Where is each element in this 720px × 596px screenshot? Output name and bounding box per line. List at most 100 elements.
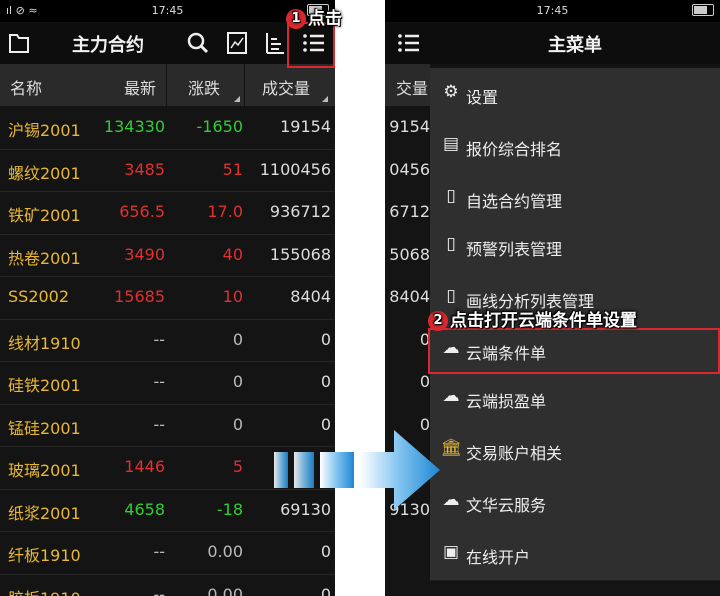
peek-volume: 0456	[385, 159, 430, 179]
menu-item-label: 文华云服务	[466, 496, 547, 515]
latest-price: --	[153, 414, 165, 434]
price-change: 0.00	[207, 542, 243, 561]
volume: 1100456	[259, 159, 331, 179]
menu-item[interactable]: ⚙ 设置	[430, 68, 720, 121]
highlight-cloud-order	[428, 328, 720, 374]
column-header: 名称 最新 涨跌 成交量	[0, 64, 335, 106]
price-change: 0	[232, 372, 243, 391]
table-row[interactable]: 铁矿2001 656.5 17.0 936712	[0, 191, 335, 235]
contract-name: 硅铁2001	[8, 376, 81, 395]
peek-volume: 6712	[385, 202, 430, 221]
status-bar: 17:45	[385, 0, 720, 22]
latest-price: 656.5	[119, 202, 165, 221]
status-bar: ıl ⊘ ≈ 17:45	[0, 0, 335, 22]
menu-item[interactable]: 🏛 交易账户相关	[430, 424, 720, 477]
menu-item[interactable]: ▯ 预警列表管理	[430, 220, 720, 273]
price-change: 5	[232, 457, 243, 476]
table-row[interactable]: 线材1910 -- 0 0	[0, 319, 335, 362]
latest-price: 3490	[124, 244, 165, 264]
latest-price: 1446	[124, 457, 165, 476]
volume: 0	[320, 542, 331, 561]
price-change: -18	[216, 499, 243, 519]
peek-volume: 8404	[385, 287, 430, 306]
peek-volume: 0	[385, 329, 430, 349]
status-time: 17:45	[536, 4, 569, 17]
header-latest[interactable]: 最新	[124, 75, 156, 99]
status-time: 17:45	[151, 4, 184, 17]
latest-price: --	[153, 584, 165, 596]
price-change: 0	[232, 414, 243, 434]
latest-price: 134330	[103, 117, 165, 136]
latest-price: --	[153, 542, 165, 561]
latest-price: 3485	[124, 159, 165, 179]
price-change: 40	[222, 244, 243, 264]
step1-callout: 1 点击	[286, 4, 342, 29]
contract-name: 铁矿2001	[8, 206, 81, 225]
page-title: 主菜单	[548, 35, 602, 56]
menu-item-label: 设置	[466, 88, 499, 107]
latest-price: 4658	[124, 499, 165, 519]
table-row[interactable]: 纤板1910 -- 0.00 0	[0, 531, 335, 575]
volume: 936712	[269, 202, 331, 221]
price-change: 10	[222, 287, 243, 306]
menu-item[interactable]: ☁ 文华云服务	[430, 476, 720, 529]
peek-volume: 0	[385, 372, 430, 391]
peek-volume: 9154	[385, 117, 430, 136]
document-icon: ▯	[446, 286, 456, 306]
table-row[interactable]: 螺纹2001 3485 51 1100456	[0, 149, 335, 192]
volume: 0	[320, 584, 331, 596]
volume: 155068	[269, 244, 331, 264]
price-change: 51	[222, 159, 243, 179]
arrow-right-icon	[274, 430, 440, 510]
volume: 0	[320, 372, 331, 391]
table-row[interactable]: 胶板1910 -- 0.00 0	[0, 574, 335, 596]
volume: 19154	[280, 117, 331, 136]
contract-name: 线材1910	[8, 333, 81, 353]
menu-item-label: 云端损盈单	[466, 392, 547, 411]
price-change: 17.0	[207, 202, 243, 221]
calendar-icon: ▣	[442, 542, 460, 562]
gear-icon: ⚙	[443, 82, 459, 102]
header-volume[interactable]: 成交量	[262, 75, 310, 99]
price-change: -1650	[196, 117, 244, 136]
price-change: 0.00	[207, 584, 243, 596]
price-change: 0	[232, 329, 243, 349]
contract-name: 沪锡2001	[8, 121, 81, 140]
ranking-icon: ▤	[442, 134, 460, 154]
top-bar: 主菜单	[385, 22, 720, 64]
menu-item-label: 交易账户相关	[466, 444, 563, 463]
contract-name: SS2002	[8, 287, 70, 306]
peek-volume: 5068	[385, 244, 430, 264]
document-icon: ▯	[446, 186, 456, 206]
table-row[interactable]: 硅铁2001 -- 0 0	[0, 361, 335, 405]
menu-item-label: 在线开户	[466, 548, 531, 567]
page-title: 主力合约	[72, 35, 144, 56]
step2-callout: 2 点击打开云端条件单设置	[428, 306, 637, 331]
menu-item-label: 自选合约管理	[466, 192, 563, 211]
table-row[interactable]: 热卷2001 3490 40 155068	[0, 234, 335, 277]
contract-name: 胶板1910	[8, 585, 81, 596]
menu-item[interactable]: ▣ 在线开户	[430, 528, 720, 581]
menu-item[interactable]: ▯ 自选合约管理	[430, 172, 720, 225]
contract-name: 热卷2001	[8, 248, 81, 268]
latest-price: --	[153, 372, 165, 391]
cloud-upload-icon: ☁	[442, 386, 460, 406]
table-row[interactable]: 沪锡2001 134330 -1650 19154	[0, 106, 335, 150]
table-row[interactable]: SS2002 15685 10 8404	[0, 276, 335, 320]
battery-icon	[692, 3, 714, 16]
peek-header: 交量	[385, 64, 430, 106]
latest-price: 15685	[114, 287, 165, 306]
latest-price: --	[153, 329, 165, 349]
header-change[interactable]: 涨跌	[188, 75, 220, 99]
menu-item[interactable]: ▤ 报价综合排名	[430, 120, 720, 173]
contract-name: 玻璃2001	[8, 461, 81, 480]
volume: 0	[320, 329, 331, 349]
header-name[interactable]: 名称	[10, 75, 42, 99]
menu-item-label: 预警列表管理	[466, 240, 563, 259]
menu-item[interactable]: ☁ 云端损盈单	[430, 372, 720, 425]
contract-name: 纸浆2001	[8, 503, 81, 523]
top-bar: 主力合约	[0, 22, 335, 64]
contract-name: 螺纹2001	[8, 163, 81, 183]
volume: 8404	[290, 287, 331, 306]
menu-item-label: 报价综合排名	[466, 140, 563, 159]
